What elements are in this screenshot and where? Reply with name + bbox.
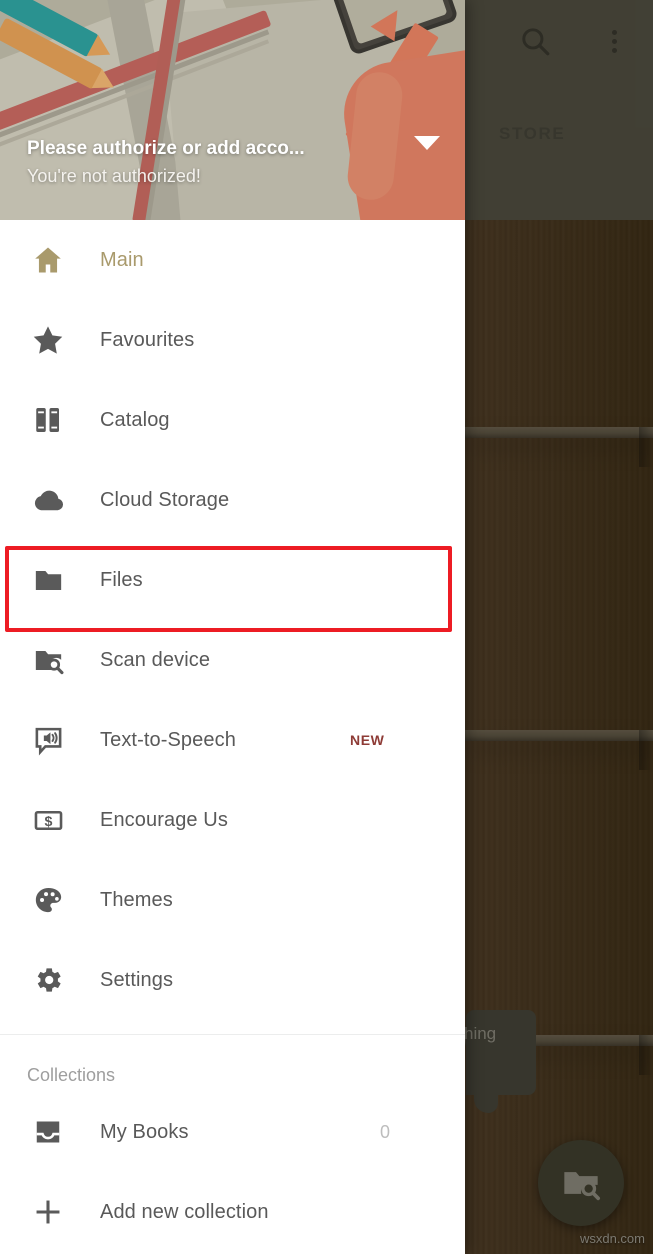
sidebar-item-label: Text-to-Speech bbox=[100, 728, 236, 751]
sidebar-item-label: Settings bbox=[100, 968, 174, 991]
sidebar-item-label: Themes bbox=[100, 888, 173, 911]
drawer-header[interactable]: Please authorize or add acco... You're n… bbox=[0, 0, 465, 220]
collection-item-my-books[interactable]: My Books 0 bbox=[0, 1092, 465, 1172]
star-icon bbox=[27, 319, 69, 361]
sidebar-item-settings[interactable]: Settings bbox=[0, 940, 465, 1020]
sidebar-item-main[interactable]: Main bbox=[0, 220, 465, 300]
add-new-collection-button[interactable]: Add new collection bbox=[0, 1172, 465, 1252]
drawer-nav-list: Main Favourites Catalog Cloud Storage Fi… bbox=[0, 220, 465, 1020]
money-icon: $ bbox=[27, 799, 69, 841]
svg-text:$: $ bbox=[44, 814, 52, 830]
plus-icon bbox=[27, 1191, 69, 1233]
sidebar-item-themes[interactable]: Themes bbox=[0, 860, 465, 940]
collection-item-label: My Books bbox=[100, 1120, 189, 1143]
chevron-down-icon[interactable] bbox=[414, 136, 440, 150]
navigation-drawer: Please authorize or add acco... You're n… bbox=[0, 0, 465, 1254]
sidebar-item-files[interactable]: Files bbox=[0, 540, 465, 620]
gear-icon bbox=[27, 959, 69, 1001]
collection-item-label: Add new collection bbox=[100, 1200, 269, 1223]
sidebar-item-favourites[interactable]: Favourites bbox=[0, 300, 465, 380]
account-subtitle: You're not authorized! bbox=[27, 166, 201, 186]
account-title: Please authorize or add acco... bbox=[27, 137, 305, 159]
collections-list: My Books 0 Add new collection bbox=[0, 1092, 465, 1252]
drawer-scrim[interactable] bbox=[465, 0, 653, 1254]
inbox-icon bbox=[27, 1111, 69, 1153]
sidebar-item-cloud-storage[interactable]: Cloud Storage bbox=[0, 460, 465, 540]
folder-icon bbox=[27, 559, 69, 601]
sidebar-item-scan-device[interactable]: Scan device bbox=[0, 620, 465, 700]
status-badge-new: NEW bbox=[350, 732, 385, 748]
sidebar-item-label: Encourage Us bbox=[100, 808, 228, 831]
sidebar-item-encourage-us[interactable]: $ Encourage Us bbox=[0, 780, 465, 860]
cloud-icon bbox=[27, 479, 69, 521]
folder-search-icon bbox=[27, 639, 69, 681]
collections-section-title: Collections bbox=[27, 1065, 116, 1085]
sidebar-item-catalog[interactable]: Catalog bbox=[0, 380, 465, 460]
sidebar-item-label: Catalog bbox=[100, 408, 170, 431]
palette-icon bbox=[27, 879, 69, 921]
sidebar-item-label: Favourites bbox=[100, 328, 195, 351]
sidebar-item-label: Main bbox=[100, 248, 144, 271]
sidebar-item-label: Cloud Storage bbox=[100, 488, 230, 511]
sidebar-item-text-to-speech[interactable]: Text-to-Speech NEW bbox=[0, 700, 465, 780]
collection-item-count: 0 bbox=[380, 1121, 391, 1142]
speech-bubble-speaker-icon bbox=[27, 719, 69, 761]
home-icon bbox=[27, 239, 69, 281]
header-account-texts: Please authorize or add acco... You're n… bbox=[27, 135, 395, 191]
sidebar-item-label: Files bbox=[100, 568, 143, 591]
books-icon bbox=[27, 399, 69, 441]
sidebar-item-label: Scan device bbox=[100, 648, 211, 671]
